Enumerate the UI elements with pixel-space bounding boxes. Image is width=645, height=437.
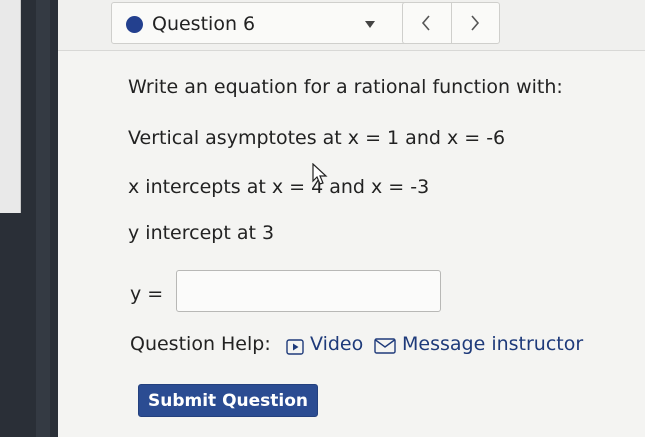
- question-selector-dropdown[interactable]: Question 6: [111, 2, 449, 44]
- submit-question-button[interactable]: Submit Question: [138, 384, 318, 417]
- question-title: Question 6: [152, 13, 256, 35]
- vertical-asymptotes-text: Vertical asymptotes at x = 1 and x = -6: [128, 127, 506, 149]
- next-question-button[interactable]: [452, 3, 500, 43]
- chevron-left-icon: [421, 15, 430, 31]
- answer-label: y =: [130, 283, 164, 305]
- question-status-dot: [126, 16, 143, 33]
- scrollbar-track[interactable]: [36, 0, 83, 437]
- chevron-right-icon: [471, 15, 480, 31]
- video-icon: [286, 339, 304, 355]
- left-panel-edge: [0, 0, 21, 213]
- x-intercepts-text: x intercepts at x = 4 and x = -3: [128, 176, 430, 198]
- video-link-label: Video: [310, 333, 364, 355]
- answer-input[interactable]: [176, 270, 441, 312]
- y-intercept-text: y intercept at 3: [128, 222, 275, 244]
- previous-question-button[interactable]: [403, 3, 452, 43]
- question-nav: [402, 2, 500, 44]
- question-help-label: Question Help:: [130, 333, 271, 355]
- question-page: Question 6 Write an equation for a ratio…: [58, 0, 645, 437]
- message-instructor-label: Message instructor: [402, 333, 584, 355]
- caret-down-icon[interactable]: [365, 21, 375, 28]
- left-sidebar-strip: [0, 0, 83, 437]
- question-header: Question 6: [58, 0, 645, 51]
- problem-prompt: Write an equation for a rational functio…: [128, 76, 563, 98]
- mouse-cursor-icon: [312, 163, 328, 185]
- envelope-icon: [374, 338, 396, 354]
